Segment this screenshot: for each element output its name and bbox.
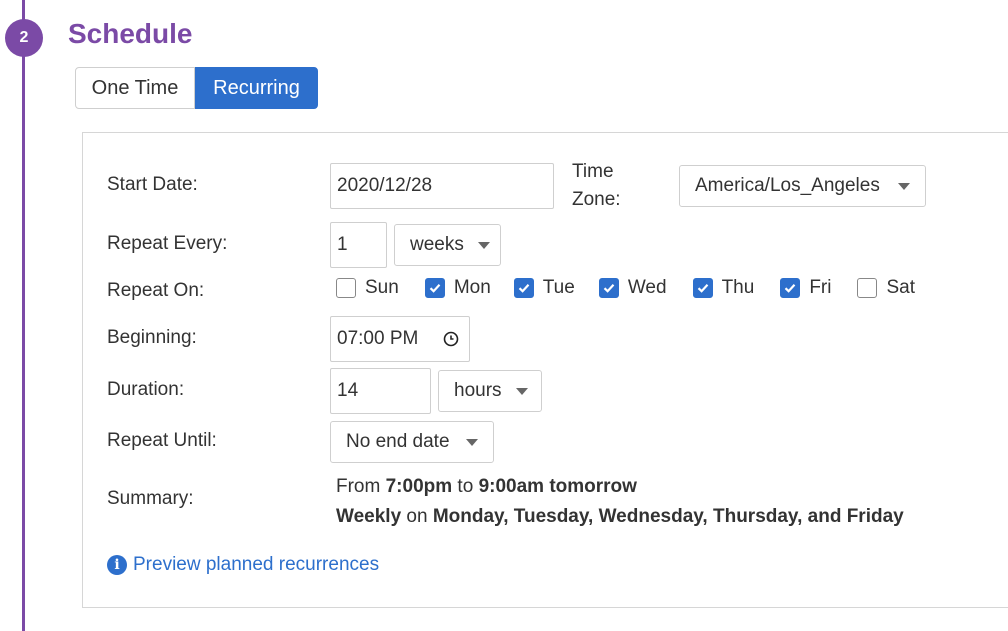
weekday-thu[interactable]: Thu bbox=[692, 277, 755, 299]
weekday-fri[interactable]: Fri bbox=[780, 277, 831, 299]
repeat-every-label: Repeat Every: bbox=[107, 233, 228, 254]
weekday-label: Sun bbox=[365, 277, 399, 298]
beginning-time-value: 07:00 PM bbox=[337, 328, 419, 349]
one-time-button[interactable]: One Time bbox=[75, 67, 195, 109]
checked-checkbox-icon[interactable] bbox=[598, 278, 619, 298]
summary-text: From 7:00pm to 9:00am tomorrow Weekly on… bbox=[336, 476, 904, 527]
checked-checkbox-icon[interactable] bbox=[692, 278, 713, 298]
step-number-badge: 2 bbox=[5, 19, 43, 57]
repeat-until-label: Repeat Until: bbox=[107, 430, 217, 451]
weekday-label: Mon bbox=[453, 277, 491, 298]
weekday-label: Tue bbox=[542, 277, 575, 298]
chevron-down-icon bbox=[477, 241, 490, 249]
repeat-until-select[interactable]: No end date bbox=[330, 421, 494, 463]
weekday-tue[interactable]: Tue bbox=[513, 277, 575, 299]
start-date-label: Start Date: bbox=[107, 174, 198, 195]
weekday-label: Thu bbox=[721, 277, 755, 298]
chevron-down-icon bbox=[466, 438, 478, 446]
repeat-unit-select[interactable]: weeks bbox=[394, 224, 501, 266]
repeat-on-label: Repeat On: bbox=[107, 280, 205, 301]
weekday-sat[interactable]: Sat bbox=[857, 277, 915, 299]
clock-icon[interactable] bbox=[443, 331, 459, 347]
checked-checkbox-icon[interactable] bbox=[780, 278, 801, 298]
summary-start-time: 7:00pm bbox=[385, 476, 453, 497]
checked-checkbox-icon[interactable] bbox=[513, 278, 534, 298]
summary-label: Summary: bbox=[107, 488, 194, 509]
beginning-label: Beginning: bbox=[107, 327, 197, 348]
section-title: Schedule bbox=[68, 18, 193, 49]
chevron-down-icon bbox=[515, 387, 528, 395]
preview-recurrences-link[interactable]: i Preview planned recurrences bbox=[107, 554, 379, 576]
time-zone-label: Time Zone: bbox=[572, 161, 621, 210]
weekday-label: Wed bbox=[627, 277, 667, 298]
step-connector-line bbox=[22, 0, 25, 631]
repeat-interval-input[interactable]: 1 bbox=[330, 222, 387, 268]
repeat-until-value: No end date bbox=[346, 431, 450, 452]
weekday-checkboxes: Sun Mon Tue Wed Thu Fri Sat bbox=[336, 277, 915, 299]
summary-days: Monday, Tuesday, Wednesday, Thursday, an… bbox=[432, 506, 904, 527]
weekday-label: Fri bbox=[809, 277, 832, 298]
repeat-unit-value: weeks bbox=[410, 234, 464, 255]
time-zone-value: America/Los_Angeles bbox=[695, 175, 880, 196]
weekday-wed[interactable]: Wed bbox=[598, 277, 667, 299]
schedule-mode-toggle: One Time Recurring bbox=[75, 67, 318, 109]
summary-end-time: 9:00am tomorrow bbox=[478, 476, 637, 497]
time-zone-select[interactable]: America/Los_Angeles bbox=[679, 165, 926, 207]
weekday-sun[interactable]: Sun bbox=[336, 277, 399, 299]
duration-label: Duration: bbox=[107, 379, 185, 400]
weekday-label: Sat bbox=[886, 277, 915, 298]
info-icon: i bbox=[107, 555, 127, 575]
duration-unit-select[interactable]: hours bbox=[438, 370, 542, 412]
start-date-input[interactable]: 2020/12/28 bbox=[330, 163, 554, 209]
preview-recurrences-label: Preview planned recurrences bbox=[133, 554, 380, 575]
checked-checkbox-icon[interactable] bbox=[424, 278, 445, 298]
duration-input[interactable]: 14 bbox=[330, 368, 431, 414]
duration-unit-value: hours bbox=[454, 380, 502, 401]
recurring-button[interactable]: Recurring bbox=[195, 67, 318, 109]
summary-frequency: Weekly bbox=[336, 506, 402, 527]
weekday-mon[interactable]: Mon bbox=[424, 277, 491, 299]
unchecked-checkbox-icon[interactable] bbox=[336, 278, 356, 298]
chevron-down-icon bbox=[898, 182, 910, 190]
beginning-time-input[interactable]: 07:00 PM bbox=[330, 316, 470, 362]
unchecked-checkbox-icon[interactable] bbox=[857, 278, 878, 298]
